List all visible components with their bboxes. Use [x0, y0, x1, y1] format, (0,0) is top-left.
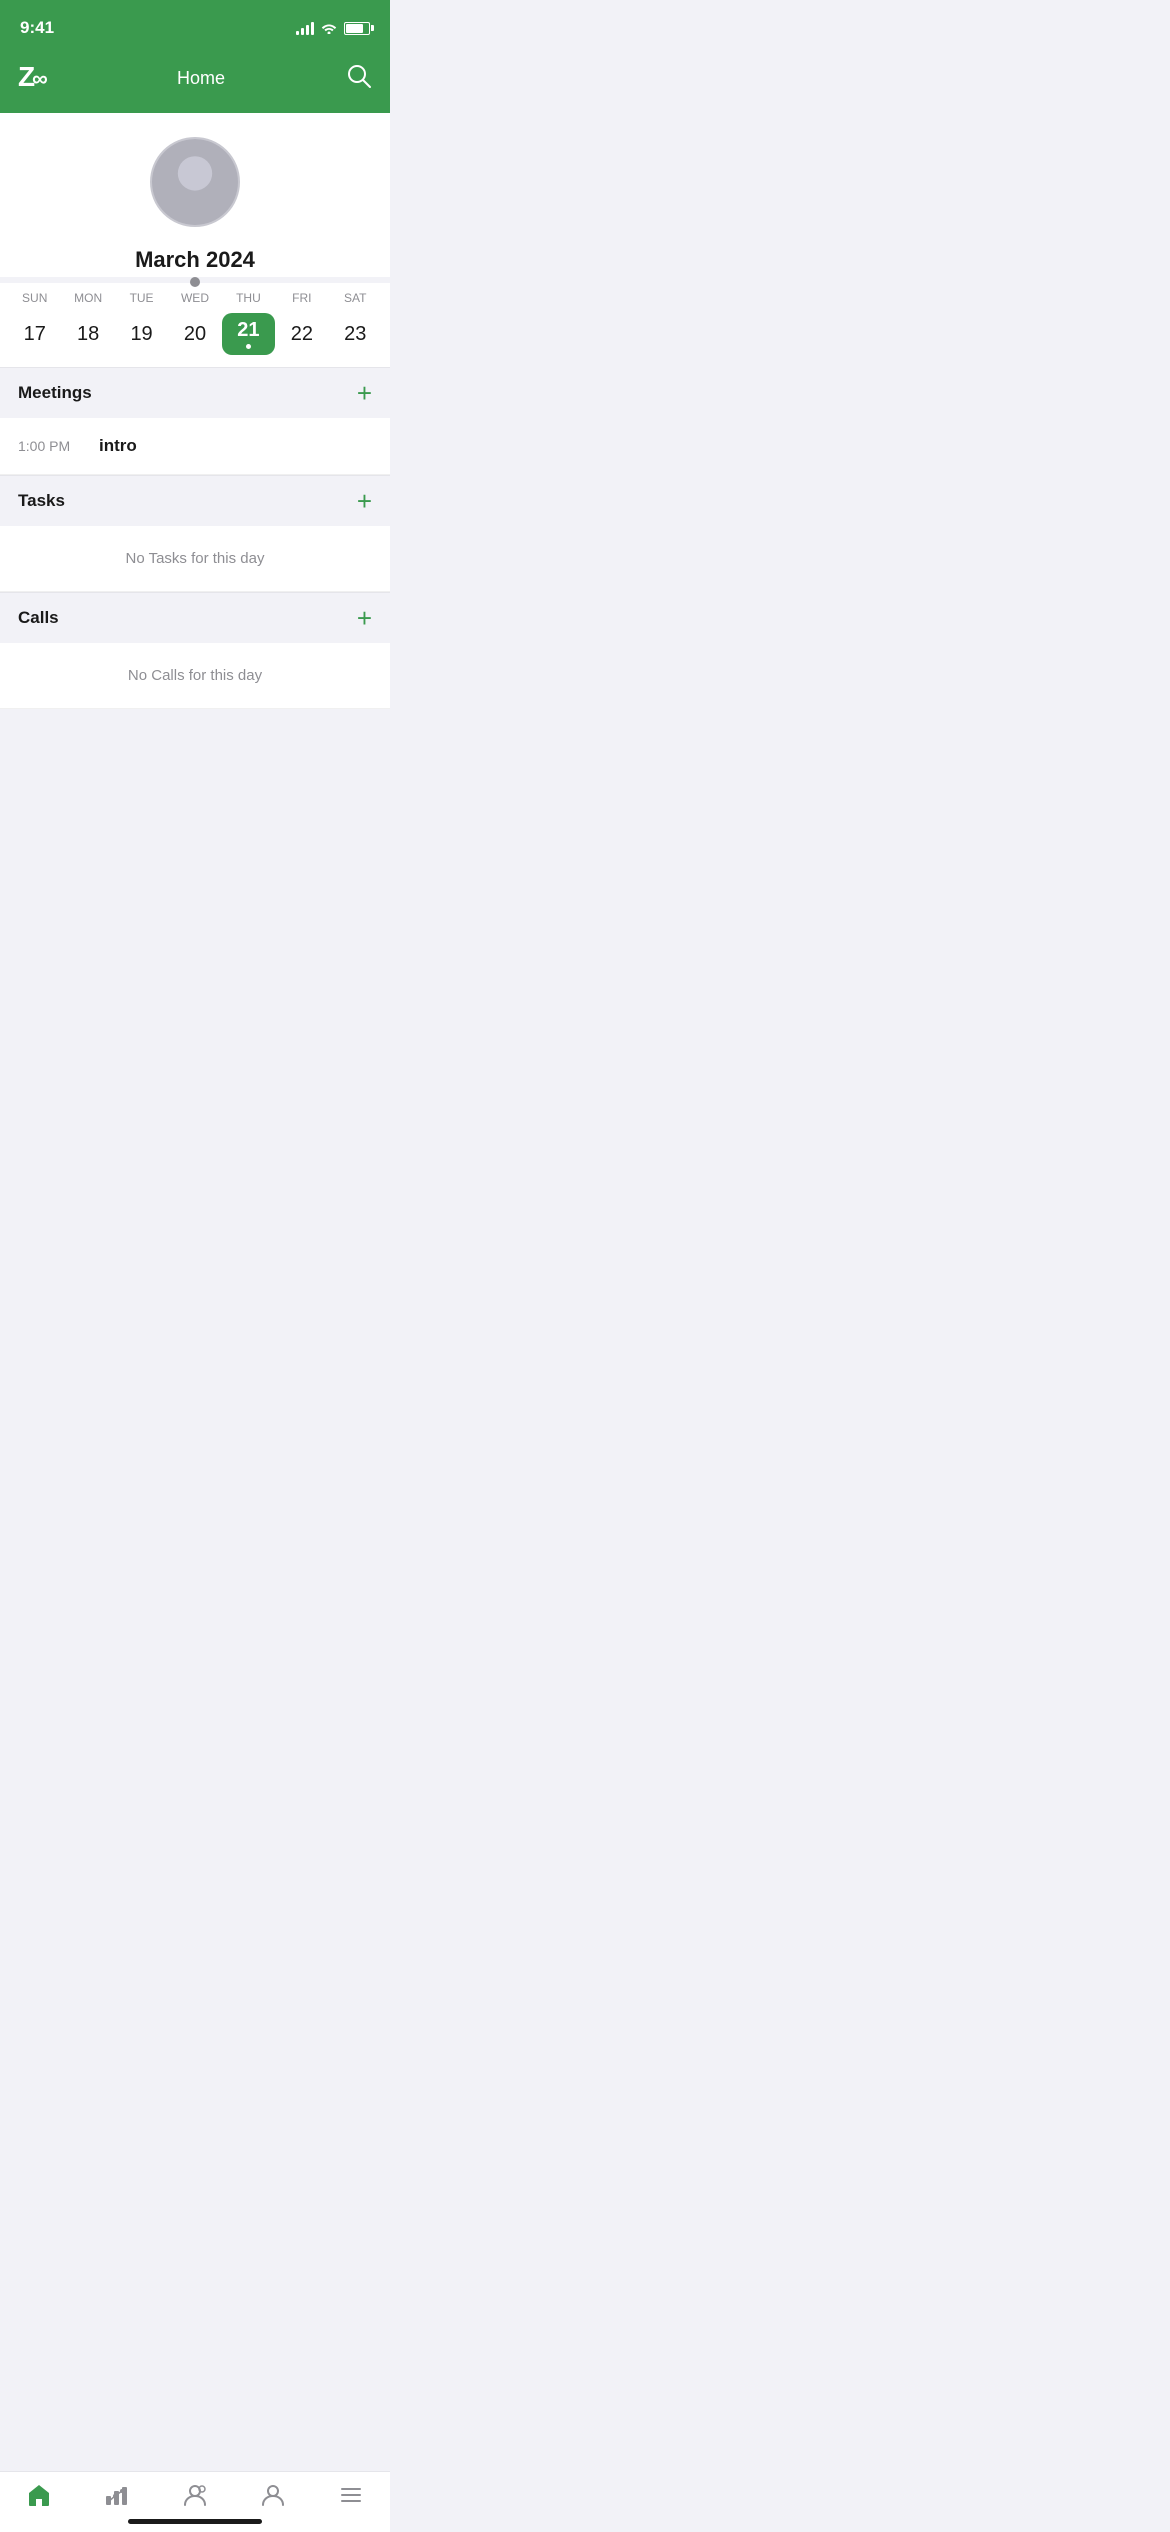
analytics-icon [104, 2482, 130, 2513]
calls-empty: No Calls for this day [0, 643, 390, 709]
date-21-today[interactable]: 21 [222, 313, 275, 355]
tasks-add-button[interactable]: + [357, 488, 372, 514]
day-label-thu: THU [222, 287, 275, 309]
date-19[interactable]: 19 [115, 313, 168, 355]
today-dot-marker [246, 344, 251, 349]
battery-icon [344, 22, 370, 35]
avatar-section [0, 113, 390, 239]
signal-icon [296, 21, 314, 35]
wifi-icon [320, 20, 338, 37]
calls-title: Calls [18, 608, 59, 628]
tasks-title: Tasks [18, 491, 65, 511]
home-icon [26, 2482, 52, 2513]
leads-icon [182, 2482, 208, 2513]
calls-section-header: Calls + [0, 592, 390, 643]
calendar-dates: 17 18 19 20 21 22 23 [8, 313, 382, 355]
date-20[interactable]: 20 [168, 313, 221, 355]
date-22[interactable]: 22 [275, 313, 328, 355]
app-logo: Z ∞ [18, 58, 56, 99]
calendar-days-header: SUN MON TUE WED THU FRI SAT [8, 283, 382, 313]
header-title: Home [177, 68, 225, 89]
search-icon[interactable] [346, 63, 372, 95]
avatar [150, 137, 240, 227]
calendar-section: SUN MON TUE WED THU FRI SAT 17 18 19 20 … [0, 283, 390, 367]
calls-add-button[interactable]: + [357, 605, 372, 631]
day-label-tue: TUE [115, 287, 168, 309]
status-icons [296, 20, 370, 37]
tasks-empty: No Tasks for this day [0, 526, 390, 592]
day-label-wed: WED [168, 287, 221, 309]
date-18[interactable]: 18 [61, 313, 114, 355]
meetings-section-header: Meetings + [0, 367, 390, 418]
meeting-time: 1:00 PM [18, 438, 83, 454]
meeting-item: 1:00 PM intro [0, 418, 390, 475]
main-content: March 2024 SUN MON TUE WED THU FRI SAT 1… [0, 113, 390, 1039]
date-23[interactable]: 23 [329, 313, 382, 355]
home-indicator [128, 2519, 262, 2524]
background-fill [0, 709, 390, 949]
header: Z ∞ Home [0, 50, 390, 113]
day-label-mon: MON [61, 287, 114, 309]
tasks-section-header: Tasks + [0, 475, 390, 526]
status-bar: 9:41 [0, 0, 390, 50]
meetings-add-button[interactable]: + [357, 380, 372, 406]
meetings-title: Meetings [18, 383, 92, 403]
month-title: March 2024 [0, 239, 390, 277]
home-indicator-bar [0, 2513, 390, 2532]
date-17[interactable]: 17 [8, 313, 61, 355]
day-label-sun: SUN [8, 287, 61, 309]
day-label-fri: FRI [275, 287, 328, 309]
more-icon [338, 2482, 364, 2513]
svg-text:∞: ∞ [32, 66, 47, 91]
contacts-icon [260, 2482, 286, 2513]
status-time: 9:41 [20, 18, 54, 38]
meeting-title[interactable]: intro [99, 436, 137, 456]
avatar-silhouette [152, 139, 238, 225]
day-label-sat: SAT [329, 287, 382, 309]
